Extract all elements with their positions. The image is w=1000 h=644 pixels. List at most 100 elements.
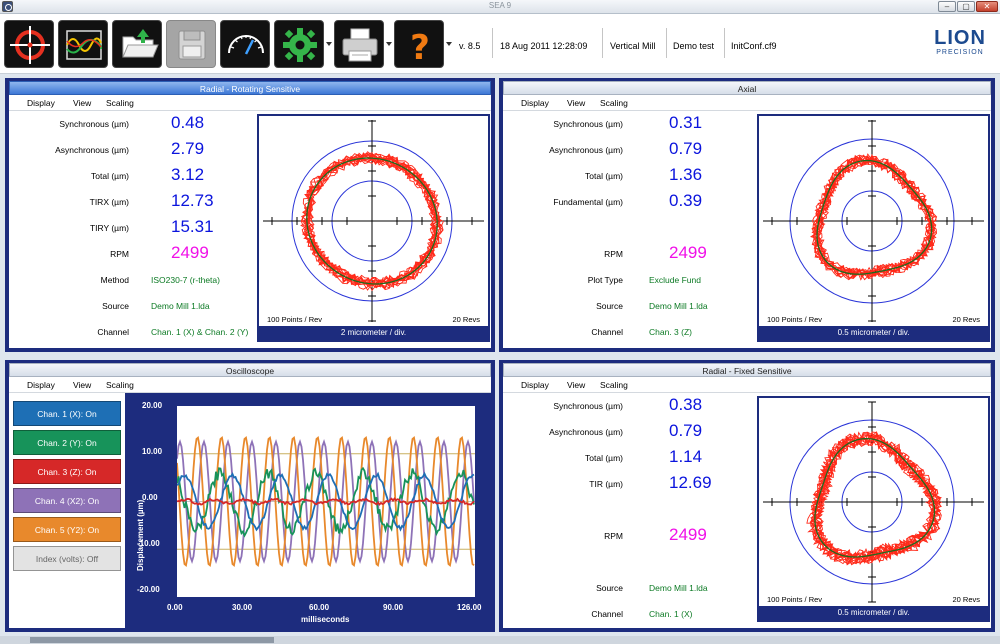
channel-toggle-button[interactable]: Chan. 1 (X): On — [13, 401, 121, 426]
measurement-label: Source — [596, 301, 623, 311]
revs-count: 20 Revs — [952, 315, 980, 324]
panel-menu: Display View Scaling — [9, 95, 491, 111]
scrollbar-thumb[interactable] — [30, 637, 274, 643]
channel-toggle-button[interactable]: Chan. 3 (Z): On — [13, 459, 121, 484]
menu-display[interactable]: Display — [521, 98, 549, 108]
measurement-label: Channel — [591, 327, 623, 337]
panel-title[interactable]: Radial - Rotating Sensitive — [9, 81, 491, 95]
oscilloscope-body: Chan. 1 (X): On Chan. 2 (Y): On Chan. 3 (Z… — [9, 393, 491, 628]
measurement-value: 12.73 — [171, 191, 214, 210]
measurement-value: Exclude Fund — [649, 275, 701, 285]
print-button[interactable] — [334, 20, 384, 68]
settings-dropdown-caret[interactable] — [326, 42, 332, 46]
settings-button[interactable] — [274, 20, 324, 68]
polar-plot[interactable]: 100 Points / Rev 20 Revs 0.5 micrometer … — [757, 396, 990, 622]
points-per-rev: 100 Points / Rev — [267, 315, 323, 324]
measurement-value: 0.39 — [669, 191, 703, 210]
save-button[interactable] — [166, 20, 216, 68]
gauge-icon — [228, 35, 264, 55]
menu-scaling[interactable]: Scaling — [106, 380, 134, 390]
crosshair-button[interactable] — [4, 20, 54, 68]
horizontal-scrollbar[interactable] — [0, 636, 1000, 644]
close-button[interactable]: ✕ — [976, 1, 998, 12]
measurement-value: 1.14 — [669, 447, 703, 466]
panel-title[interactable]: Radial - Fixed Sensitive — [503, 363, 991, 377]
scale-label: 0.5 micrometer / div. — [759, 326, 988, 340]
menu-view[interactable]: View — [73, 380, 91, 390]
measurement-label: TIRX (µm) — [89, 197, 129, 207]
channel-toggle-button[interactable]: Chan. 2 (Y): On — [13, 430, 121, 455]
floppy-disk-icon — [178, 30, 206, 60]
menu-scaling[interactable]: Scaling — [600, 98, 628, 108]
measurement-value: Chan. 1 (X) — [649, 609, 693, 619]
points-per-rev: 100 Points / Rev — [767, 315, 823, 324]
radial-fixed-panel: Radial - Fixed Sensitive Display View Sc… — [499, 360, 995, 632]
waveform-button[interactable] — [58, 20, 108, 68]
measurement-label: Fundamental (µm) — [553, 197, 623, 207]
panel-title[interactable]: Oscilloscope — [9, 363, 491, 377]
x-tick-label: 126.00 — [457, 603, 482, 612]
polar-plot[interactable]: 100 Points / Rev 20 Revs 0.5 micrometer … — [757, 114, 990, 342]
measurement-value: 2499 — [669, 243, 707, 262]
radial-rotating-panel: Radial - Rotating Sensitive Display View… — [5, 78, 495, 352]
polar-plot-canvas — [763, 120, 984, 322]
waveform-icon — [66, 30, 103, 60]
channel-toggle-button[interactable]: Chan. 4 (X2): On — [13, 488, 121, 513]
y-tick-label: 0.00 — [142, 493, 158, 502]
revs-count: 20 Revs — [452, 315, 480, 324]
print-dropdown-caret[interactable] — [386, 42, 392, 46]
measurement-value: 0.48 — [171, 113, 205, 132]
x-tick-label: 0.00 — [167, 603, 183, 612]
gauge-button[interactable] — [220, 20, 270, 68]
polar-plot[interactable]: 100 Points / Rev 20 Revs 2 micrometer / … — [257, 114, 490, 342]
oscilloscope-plot[interactable] — [177, 406, 475, 597]
channel-toggle-button[interactable]: Chan. 5 (Y2): On — [13, 517, 121, 542]
measurement-label: RPM — [110, 249, 129, 259]
oscilloscope-canvas — [177, 435, 475, 568]
menu-display[interactable]: Display — [27, 98, 55, 108]
menu-view[interactable]: View — [567, 98, 585, 108]
help-button[interactable]: ? — [394, 20, 444, 68]
panel-body: Synchronous (µm) 0.48 Asynchronous (µm) 2.7… — [9, 111, 491, 348]
polar-plot-canvas — [763, 401, 984, 603]
maximize-button[interactable]: ▢ — [957, 1, 975, 12]
channel-toggle-button[interactable]: Index (volts): Off — [13, 546, 121, 571]
measurement-label: TIR (µm) — [589, 479, 623, 489]
y-tick-label: -20.00 — [137, 585, 160, 594]
menu-view[interactable]: View — [567, 380, 585, 390]
open-file-button[interactable] — [112, 20, 162, 68]
measurement-label: RPM — [604, 531, 623, 541]
measurement-label: Channel — [97, 327, 129, 337]
x-tick-label: 30.00 — [232, 603, 253, 612]
measurement-value: ISO230-7 (r-theta) — [151, 275, 220, 285]
menu-scaling[interactable]: Scaling — [106, 98, 134, 108]
svg-text:?: ? — [410, 28, 430, 68]
measurement-value: 0.38 — [669, 395, 703, 414]
measurement-value: 15.31 — [171, 217, 214, 236]
menu-display[interactable]: Display — [521, 380, 549, 390]
minimize-button[interactable]: – — [938, 1, 956, 12]
panel-title[interactable]: Axial — [503, 81, 991, 95]
version-label: v. 8.5 — [459, 41, 481, 51]
measurement-label: Asynchronous (µm) — [549, 145, 623, 155]
help-dropdown-caret[interactable] — [446, 42, 452, 46]
measurement-value: Demo Mill 1.lda — [649, 301, 708, 311]
panel-menu: Display View Scaling — [9, 377, 491, 393]
measurement-label: Plot Type — [587, 275, 623, 285]
measurement-value: Chan. 1 (X) & Chan. 2 (Y) — [151, 327, 249, 337]
scale-label: 0.5 micrometer / div. — [759, 606, 988, 620]
menu-display[interactable]: Display — [27, 380, 55, 390]
panel-menu: Display View Scaling — [503, 377, 991, 393]
y-axis-label: Displacement (µm) — [136, 499, 145, 571]
panel-body: Synchronous (µm) 0.38 Asynchronous (µm) 0.7… — [503, 393, 991, 628]
y-tick-label: 10.00 — [142, 447, 163, 456]
measurement-label: Synchronous (µm) — [59, 119, 129, 129]
measurement-label: Total (µm) — [585, 453, 623, 463]
panel-body: Synchronous (µm) 0.31 Asynchronous (µm) 0.7… — [503, 111, 991, 348]
measurement-label: Asynchronous (µm) — [549, 427, 623, 437]
measurement-value: 3.12 — [171, 165, 205, 184]
menu-view[interactable]: View — [73, 98, 91, 108]
y-tick-label: -10.00 — [137, 539, 160, 548]
menu-scaling[interactable]: Scaling — [600, 380, 628, 390]
measurement-label: TIRY (µm) — [89, 223, 129, 233]
